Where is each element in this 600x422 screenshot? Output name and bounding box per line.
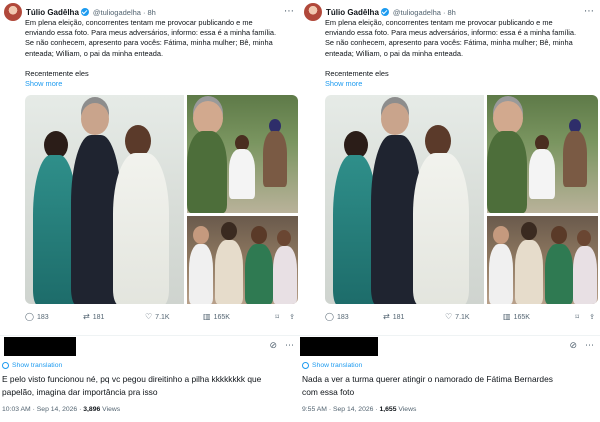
post-time[interactable]: 8h xyxy=(147,8,155,17)
photo-bottom-right[interactable] xyxy=(487,216,598,304)
separator-dot: · xyxy=(142,7,146,17)
photo-main[interactable] xyxy=(325,95,484,304)
text-line: com essa foto xyxy=(302,386,355,397)
globe-icon xyxy=(2,362,9,369)
more-icon[interactable]: ⋯ xyxy=(285,340,294,351)
separator-dot: · xyxy=(442,7,446,17)
post-panel-left: Túlio Gadêlha @tuliogadelha · 8h ⋯ Em pl… xyxy=(0,0,300,422)
show-more-link[interactable]: Show more xyxy=(25,79,62,88)
quoted-tweet[interactable]: Túlio Gadêlha @tuliogadelha · 8h ⋯ Em pl… xyxy=(300,0,600,336)
text-line: Nada a ver a turma querer atingir o namo… xyxy=(302,374,553,384)
bookmark-icon[interactable]: ⌑ xyxy=(576,313,580,321)
views-button[interactable]: ▥ 165K xyxy=(503,313,558,321)
text-line: enviando essa foto. Para meus adversário… xyxy=(25,28,276,38)
reply-button[interactable]: ◯ 183 xyxy=(25,313,83,321)
more-icon[interactable]: ⋯ xyxy=(585,340,594,351)
views-count: 165K xyxy=(513,313,530,321)
reply-header-icons: ⊘ ⋯ xyxy=(269,340,294,351)
reply-meta: 10:03 AM · Sep 14, 2026 · 3,896 Views xyxy=(2,406,120,413)
text-line: Em plena eleição, concorrentes tentam me… xyxy=(25,18,253,27)
reply-header-icons: ⊘ ⋯ xyxy=(569,340,594,351)
author-name[interactable]: Túlio Gadêlha xyxy=(326,8,379,17)
action-bar: ◯ 183 ⇄ 181 ♡ 7.1K ▥ 165K ⌑ ⇪ xyxy=(25,311,295,323)
grok-icon[interactable]: ⊘ xyxy=(269,340,277,351)
more-icon[interactable]: ⋯ xyxy=(284,7,294,17)
like-count: 7.1K xyxy=(455,313,470,321)
reply-icon: ◯ xyxy=(25,312,34,321)
repost-icon: ⇄ xyxy=(383,312,390,321)
text-line: papelão, imagina dar importância pra iss… xyxy=(2,386,158,397)
views-icon: ▥ xyxy=(203,312,211,321)
reply-timestamp[interactable]: 10:03 AM · Sep 14, 2026 · xyxy=(2,406,83,413)
reply-views-count: 1,655 xyxy=(379,406,397,413)
photo-grid[interactable] xyxy=(325,95,598,304)
text-line: enteada; William, o pai da minha enteada… xyxy=(325,48,464,58)
reply-text: Nada a ver a turma querer atingir o namo… xyxy=(302,373,594,398)
text-line: Se não conhecem, apresento para vocês: F… xyxy=(25,38,273,48)
photo-top-right[interactable] xyxy=(187,95,298,213)
reply-count: 183 xyxy=(36,313,49,321)
like-button[interactable]: ♡ 7.1K xyxy=(445,313,503,321)
text-line: E pelo visto funcionou né, pq vc pegou d… xyxy=(2,374,262,384)
redacted-user xyxy=(300,337,378,356)
show-translation-label: Show translation xyxy=(12,362,63,369)
like-button[interactable]: ♡ 7.1K xyxy=(145,313,203,321)
views-button[interactable]: ▥ 165K xyxy=(203,313,258,321)
repost-count: 181 xyxy=(392,313,405,321)
author-handle[interactable]: @tuliogadelha xyxy=(393,8,441,17)
repost-button[interactable]: ⇄ 181 xyxy=(83,313,145,321)
grok-icon[interactable]: ⊘ xyxy=(569,340,577,351)
verified-badge-icon xyxy=(80,8,89,16)
reply-button[interactable]: ◯ 183 xyxy=(325,313,383,321)
photo-bottom-right[interactable] xyxy=(187,216,298,304)
share-icon[interactable]: ⇪ xyxy=(289,313,295,321)
reply-icon: ◯ xyxy=(325,312,334,321)
reply-views-count: 3,896 xyxy=(83,406,101,413)
action-bar: ◯ 183 ⇄ 181 ♡ 7.1K ▥ 165K ⌑ ⇪ xyxy=(325,311,595,323)
show-translation-link[interactable]: Show translation xyxy=(2,362,62,369)
post-time[interactable]: 8h xyxy=(447,8,455,17)
repost-icon: ⇄ xyxy=(83,312,90,321)
avatar[interactable] xyxy=(304,3,322,21)
globe-icon xyxy=(302,362,309,369)
photo-top-right[interactable] xyxy=(487,95,598,213)
redacted-user xyxy=(4,337,76,356)
bookmark-icon[interactable]: ⌑ xyxy=(276,313,280,321)
photo-grid[interactable] xyxy=(25,95,298,304)
heart-icon: ♡ xyxy=(445,312,453,321)
author-name[interactable]: Túlio Gadêlha xyxy=(26,8,79,17)
show-more-link[interactable]: Show more xyxy=(325,79,362,88)
repost-button[interactable]: ⇄ 181 xyxy=(383,313,445,321)
author-handle[interactable]: @tuliogadelha xyxy=(93,8,141,17)
heart-icon: ♡ xyxy=(145,312,153,321)
reply-count: 183 xyxy=(336,313,349,321)
more-icon[interactable]: ⋯ xyxy=(584,7,594,17)
text-line: enviando essa foto. Para meus adversário… xyxy=(325,28,576,38)
reply-views-label: Views xyxy=(100,406,121,413)
views-count: 165K xyxy=(213,313,230,321)
text-line: Em plena eleição, concorrentes tentam me… xyxy=(325,18,553,27)
verified-badge-icon xyxy=(380,8,389,16)
text-line: enteada; William, o pai da minha enteada… xyxy=(25,48,164,58)
quoted-tweet-text: Em plena eleição, concorrentes tentam me… xyxy=(25,18,297,79)
show-translation-link[interactable]: Show translation xyxy=(302,362,362,369)
like-count: 7.1K xyxy=(155,313,170,321)
views-icon: ▥ xyxy=(503,312,511,321)
quoted-tweet[interactable]: Túlio Gadêlha @tuliogadelha · 8h ⋯ Em pl… xyxy=(0,0,300,336)
repost-count: 181 xyxy=(92,313,105,321)
reply-meta: 9:55 AM · Sep 14, 2026 · 1,655 Views xyxy=(302,406,416,413)
text-line: Se não conhecem, apresento para vocês: F… xyxy=(325,38,573,48)
post-panel-right: Túlio Gadêlha @tuliogadelha · 8h ⋯ Em pl… xyxy=(300,0,600,422)
text-line: Recentemente eles xyxy=(325,68,389,78)
text-line: Recentemente eles xyxy=(25,68,89,78)
reply-text: E pelo visto funcionou né, pq vc pegou d… xyxy=(2,373,294,398)
reply-timestamp[interactable]: 9:55 AM · Sep 14, 2026 · xyxy=(302,406,379,413)
photo-main[interactable] xyxy=(25,95,184,304)
show-translation-label: Show translation xyxy=(312,362,363,369)
share-icon[interactable]: ⇪ xyxy=(589,313,595,321)
reply-views-label: Views xyxy=(396,406,417,413)
quoted-tweet-text: Em plena eleição, concorrentes tentam me… xyxy=(325,18,597,79)
avatar[interactable] xyxy=(4,3,22,21)
